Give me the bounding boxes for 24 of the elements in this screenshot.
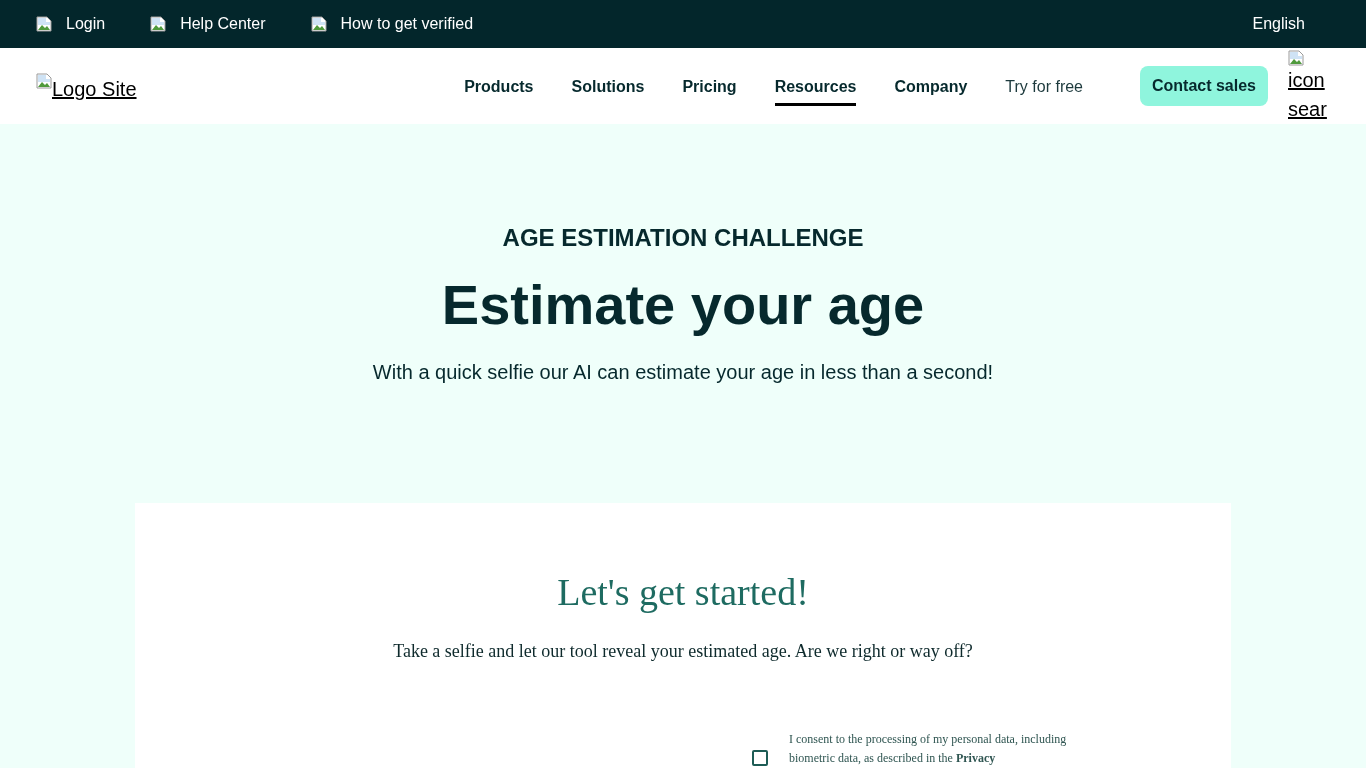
broken-image-icon — [150, 16, 167, 32]
consent-checkbox[interactable] — [752, 750, 768, 766]
nav-item[interactable]: Company — [894, 66, 968, 106]
nav-item[interactable]: Pricing — [682, 66, 737, 106]
hero-eyebrow: AGE ESTIMATION CHALLENGE — [502, 224, 864, 252]
broken-image-icon — [36, 16, 52, 32]
top-link[interactable]: How to get verified — [310, 15, 474, 33]
hero-title: Estimate your age — [441, 273, 925, 337]
nav-item[interactable]: Products — [464, 66, 534, 106]
top-link[interactable]: Login — [36, 15, 106, 33]
nav-item[interactable]: Try for free — [1005, 66, 1083, 106]
broken-image-icon — [310, 16, 327, 32]
logo-link[interactable]: Logo Site — [36, 73, 137, 101]
card-intro: Take a selfie and let our tool reveal your estimated age. Are we right or way off? — [393, 640, 973, 662]
search-link[interactable]: icon sear — [1288, 50, 1330, 124]
nav-item[interactable]: Solutions — [571, 66, 645, 106]
top-link[interactable]: Help Center — [150, 15, 266, 33]
broken-image-icon — [36, 73, 52, 89]
hero-subtitle: With a quick selfie our AI can estimate your age in less than a second! — [372, 360, 994, 384]
contact-sales-button[interactable]: Contact sales — [1140, 66, 1268, 106]
language-selector[interactable]: English — [1252, 15, 1305, 33]
consent-text: I consent to the processing of my personal data, including biometric data, as described in the Privacy — [789, 731, 1068, 767]
card-title: Let's get started! — [557, 570, 809, 614]
nav-item[interactable]: Resources — [774, 66, 857, 106]
